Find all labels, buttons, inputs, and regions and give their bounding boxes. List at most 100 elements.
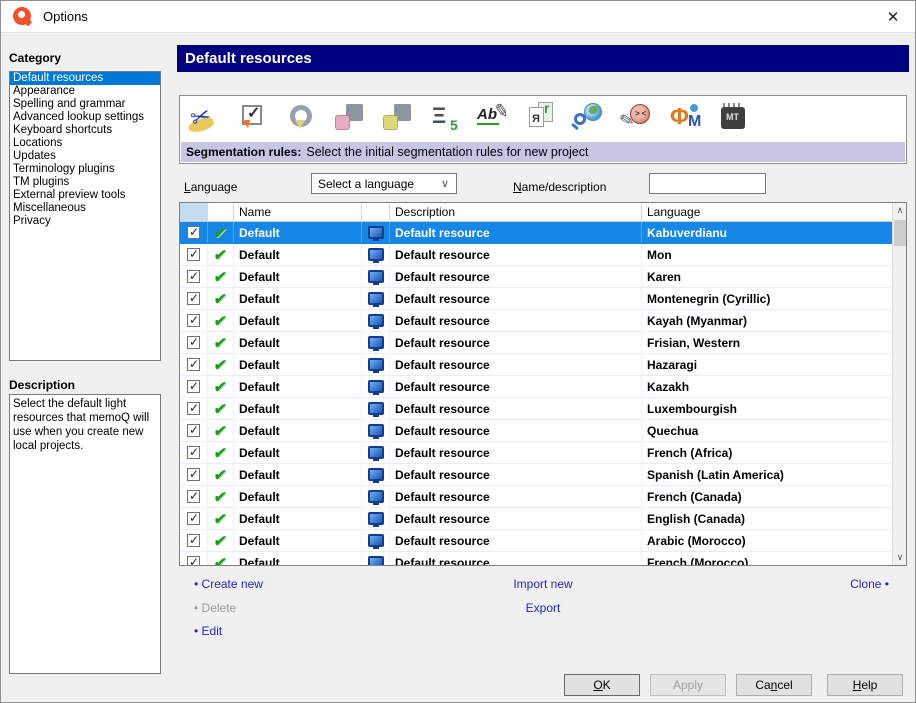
- page-title: Default resources: [177, 45, 909, 72]
- scroll-up-icon[interactable]: ∧: [893, 203, 906, 218]
- language-select[interactable]: Select a language ∨: [311, 173, 457, 194]
- table-row[interactable]: ✔ Default Default resource Karen: [180, 266, 892, 288]
- table-row[interactable]: ✔ Default Default resource Quechua: [180, 420, 892, 442]
- table-row[interactable]: ✔ Default Default resource Luxembourgish: [180, 398, 892, 420]
- table-row[interactable]: ✔ Default Default resource French (Moroc…: [180, 552, 892, 565]
- filter-configurations-icon[interactable]: [330, 99, 370, 139]
- lqa-models-icon[interactable]: >< ✎: [618, 99, 658, 139]
- row-checkbox[interactable]: [187, 291, 200, 305]
- table-row[interactable]: ✔ Default Default resource Kayah (Myanma…: [180, 310, 892, 332]
- sidebar-item-external-preview-tools[interactable]: External preview tools: [10, 189, 160, 202]
- font-substitution-icon[interactable]: ΦM: [666, 99, 706, 139]
- row-checkbox[interactable]: [187, 489, 200, 503]
- row-name: Default: [234, 354, 362, 375]
- segmentation-rules-icon[interactable]: ✂: [186, 99, 226, 139]
- sidebar-item-miscellaneous[interactable]: Miscellaneous: [10, 202, 160, 215]
- close-icon[interactable]: ✕: [871, 1, 915, 33]
- row-checkbox[interactable]: [187, 511, 200, 525]
- qa-settings-icon[interactable]: ✓: [234, 99, 274, 139]
- help-button[interactable]: Help: [827, 674, 903, 696]
- table-row[interactable]: ✔ Default Default resource Montenegrin (…: [180, 288, 892, 310]
- table-row[interactable]: ✔ Default Default resource Hazaragi: [180, 354, 892, 376]
- row-language: Luxembourgish: [647, 401, 738, 416]
- row-checkbox[interactable]: [187, 269, 200, 283]
- category-list[interactable]: Default resources Appearance Spelling and …: [9, 71, 161, 361]
- resource-type-toolbar: ✂ ✓ Ξ 5 Ab ✎ Яr >< ✎ Φ M MT Segmentation rules: Sel…: [179, 95, 907, 164]
- tm-settings-icon[interactable]: [282, 99, 322, 139]
- icon-column-header[interactable]: [362, 203, 390, 221]
- name-column-header[interactable]: Name: [234, 203, 362, 221]
- enabled-check-icon: ✔: [212, 312, 228, 330]
- row-name: Default: [234, 420, 362, 441]
- enabled-check-icon: ✔: [212, 378, 228, 396]
- mt-settings-icon[interactable]: MT: [714, 99, 754, 139]
- row-checkbox[interactable]: [187, 379, 200, 393]
- description-column-header[interactable]: Description: [390, 203, 642, 221]
- row-language: English (Canada): [647, 511, 746, 526]
- row-checkbox[interactable]: [187, 335, 200, 349]
- row-checkbox[interactable]: [187, 225, 200, 239]
- enabled-check-icon: ✔: [212, 532, 228, 550]
- table-row[interactable]: ✔ Default Default resource Frisian, West…: [180, 332, 892, 354]
- sidebar-item-updates[interactable]: Updates: [10, 150, 160, 163]
- row-language: French (Africa): [647, 445, 733, 460]
- cancel-button[interactable]: Cancel: [736, 674, 812, 696]
- clone-link[interactable]: Clone •: [850, 577, 889, 591]
- export-link[interactable]: Export: [177, 601, 909, 615]
- sidebar-item-advanced-lookup-settings[interactable]: Advanced lookup settings: [10, 111, 160, 124]
- scrollbar-thumb[interactable]: [894, 220, 906, 246]
- transliteration-rules-icon[interactable]: Яr: [522, 99, 562, 139]
- ok-button[interactable]: OK: [564, 674, 640, 696]
- table-row[interactable]: ✔ Default Default resource Mon: [180, 244, 892, 266]
- row-description: Default resource: [390, 244, 642, 265]
- scroll-down-icon[interactable]: ∨: [893, 550, 906, 565]
- row-checkbox[interactable]: [187, 533, 200, 547]
- name-description-input[interactable]: [649, 173, 766, 194]
- table-row[interactable]: ✔ Default Default resource Kabuverdianu: [180, 222, 892, 244]
- resources-table: Name Description Language ✔ Default Defa…: [179, 202, 907, 566]
- row-name: Default: [234, 310, 362, 331]
- export-path-rules-icon[interactable]: [378, 99, 418, 139]
- row-checkbox[interactable]: [187, 445, 200, 459]
- row-description: Default resource: [390, 442, 642, 463]
- local-resource-icon: [367, 490, 384, 505]
- chevron-down-icon: ∨: [440, 178, 449, 190]
- row-checkbox[interactable]: [187, 467, 200, 481]
- language-column-header[interactable]: Language: [642, 203, 906, 221]
- row-checkbox[interactable]: [187, 313, 200, 327]
- sidebar-item-appearance[interactable]: Appearance: [10, 85, 160, 98]
- row-language: Karen: [647, 269, 682, 284]
- row-checkbox[interactable]: [187, 247, 200, 261]
- checkbox-column-header[interactable]: [180, 203, 208, 221]
- sidebar-item-tm-plugins[interactable]: TM plugins: [10, 176, 160, 189]
- sidebar-item-default-resources[interactable]: Default resources: [10, 72, 160, 85]
- vertical-scrollbar[interactable]: ∧ ∨: [892, 203, 906, 565]
- sidebar-item-privacy[interactable]: Privacy: [10, 215, 160, 228]
- table-row[interactable]: ✔ Default Default resource English (Cana…: [180, 508, 892, 530]
- enabled-check-icon: ✔: [212, 554, 228, 566]
- ignore-lists-icon[interactable]: Ab ✎: [474, 99, 514, 139]
- table-row[interactable]: ✔ Default Default resource Arabic (Moroc…: [180, 530, 892, 552]
- auto-translation-rules-icon[interactable]: Ξ5: [426, 99, 466, 139]
- table-row[interactable]: ✔ Default Default resource French (Afric…: [180, 442, 892, 464]
- row-language: Kabuverdianu: [647, 225, 728, 240]
- status-column-header[interactable]: [208, 203, 234, 221]
- import-new-link[interactable]: Import new: [177, 577, 909, 591]
- sidebar-item-spelling-and-grammar[interactable]: Spelling and grammar: [10, 98, 160, 111]
- row-checkbox[interactable]: [187, 401, 200, 415]
- edit-link[interactable]: • Edit: [194, 624, 222, 638]
- row-checkbox[interactable]: [187, 555, 200, 565]
- sidebar-item-terminology-plugins[interactable]: Terminology plugins: [10, 163, 160, 176]
- sidebar-item-locations[interactable]: Locations: [10, 137, 160, 150]
- selected-resource-type-bar: Segmentation rules: Select the initial s…: [181, 142, 905, 162]
- table-row[interactable]: ✔ Default Default resource Kazakh: [180, 376, 892, 398]
- row-checkbox[interactable]: [187, 357, 200, 371]
- table-row[interactable]: ✔ Default Default resource Spanish (Lati…: [180, 464, 892, 486]
- language-filter-label: Language: [184, 180, 238, 194]
- row-name: Default: [234, 332, 362, 353]
- row-checkbox[interactable]: [187, 423, 200, 437]
- table-row[interactable]: ✔ Default Default resource French (Canad…: [180, 486, 892, 508]
- web-search-settings-icon[interactable]: [570, 99, 610, 139]
- sidebar-item-keyboard-shortcuts[interactable]: Keyboard shortcuts: [10, 124, 160, 137]
- selected-resource-type-hint: Select the initial segmentation rules fo…: [306, 145, 589, 159]
